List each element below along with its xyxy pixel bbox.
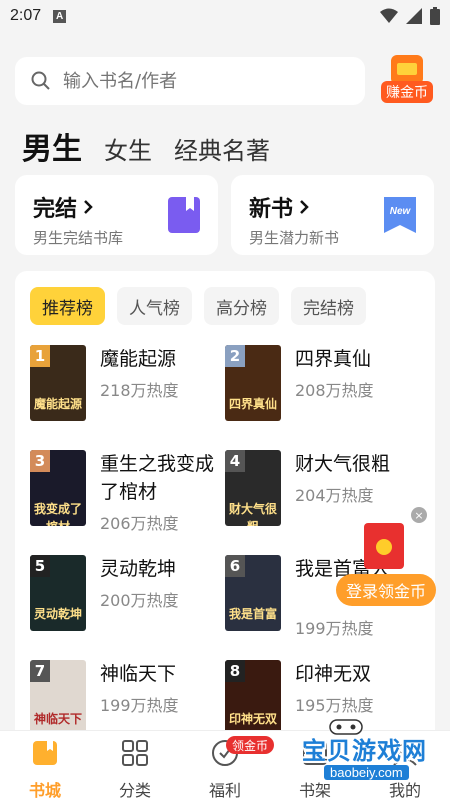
book-heat: 218万热度 xyxy=(100,381,179,400)
book-title: 财大气很粗 xyxy=(295,453,391,475)
tab-high-score[interactable]: 高分榜 xyxy=(204,287,279,325)
nav-welfare-badge: 领金币 xyxy=(226,736,274,754)
book-title: 四界真仙 xyxy=(295,348,372,370)
book-item[interactable]: 3我变成了棺材 重生之我变成了棺材 206万热度 xyxy=(30,450,230,533)
search-input[interactable] xyxy=(63,70,343,92)
rank-tabs: 推荐榜 人气榜 高分榜 完结榜 xyxy=(30,287,366,325)
book-heat: 200万热度 xyxy=(100,591,179,610)
book-title: 重生之我变成了棺材 xyxy=(100,453,215,503)
nav-bookstore-label: 书城 xyxy=(28,781,61,800)
book-cover: 5 灵动乾坤 xyxy=(30,555,86,631)
book-item[interactable]: 4财大气很粗 财大气很粗 204万热度 xyxy=(225,450,425,530)
close-icon[interactable]: × xyxy=(411,507,427,523)
coin-bag-icon xyxy=(391,55,423,83)
tab-completed[interactable]: 完结榜 xyxy=(291,287,366,325)
book-cover: 1 魔能起源 xyxy=(30,345,86,421)
signal-icon xyxy=(406,8,422,24)
bookstore-icon xyxy=(33,741,57,765)
completed-card-title: 完结 xyxy=(33,197,78,222)
book-item[interactable]: 2 四界真仙 四界真仙 208万热度 xyxy=(225,345,425,425)
watermark-title: 宝贝游戏网 xyxy=(302,737,427,765)
search-icon xyxy=(31,71,50,90)
wifi-icon xyxy=(380,8,398,23)
nav-category-label: 分类 xyxy=(118,781,151,800)
gender-tabs: 男生 女生 经典名著 xyxy=(22,124,270,168)
book-title: 印神无双 xyxy=(295,663,372,685)
ranking-panel: 推荐榜 人气榜 高分榜 完结榜 1 魔能起源 魔能起源 218万热度 2 四界真仙 … xyxy=(15,271,435,741)
new-book-card-title: 新书 xyxy=(249,197,294,222)
nav-bookstore[interactable]: 书城 xyxy=(0,739,90,800)
tab-female[interactable]: 女生 xyxy=(104,131,152,166)
login-coin-button[interactable]: 登录领金币 xyxy=(336,574,436,606)
book-icon xyxy=(168,197,200,233)
tab-classics[interactable]: 经典名著 xyxy=(174,131,270,166)
book-heat: 204万热度 xyxy=(295,486,374,505)
book-cover: 4财大气很粗 xyxy=(225,450,281,526)
chevron-right-icon xyxy=(300,200,309,214)
earn-coin-button[interactable]: 赚金币 xyxy=(381,55,433,107)
book-heat: 199万热度 xyxy=(295,619,374,638)
book-cover: 7 神临天下 xyxy=(30,660,86,736)
tab-recommended[interactable]: 推荐榜 xyxy=(30,287,105,325)
book-cover: 2 四界真仙 xyxy=(225,345,281,421)
status-icons xyxy=(380,7,440,25)
book-cover: 6 我是首富 xyxy=(225,555,281,631)
nav-welfare-label: 福利 xyxy=(208,781,241,800)
book-title: 灵动乾坤 xyxy=(100,558,177,580)
completed-card[interactable]: 完结 男生完结书库 xyxy=(15,175,218,255)
new-icon: New xyxy=(384,197,416,233)
book-item[interactable]: 1 魔能起源 魔能起源 218万热度 xyxy=(30,345,230,425)
book-cover: 8 印神无双 xyxy=(225,660,281,736)
new-book-card[interactable]: 新书 男生潜力新书 New xyxy=(231,175,434,255)
category-icon xyxy=(122,740,148,766)
battery-icon xyxy=(430,7,440,25)
book-heat: 199万热度 xyxy=(100,696,179,715)
book-title: 神临天下 xyxy=(100,663,177,685)
watermark-logo: 宝贝游戏网 baobeiy.com xyxy=(296,717,442,797)
book-heat: 208万热度 xyxy=(295,381,374,400)
chevron-right-icon xyxy=(84,200,93,214)
book-cover: 3我变成了棺材 xyxy=(30,450,86,526)
status-bar: 2:07 A xyxy=(0,0,450,32)
tab-male[interactable]: 男生 xyxy=(22,124,82,168)
new-icon-text: New xyxy=(390,206,412,217)
book-heat: 206万热度 xyxy=(100,514,179,533)
status-time: 2:07 xyxy=(10,7,42,24)
book-item[interactable]: 5 灵动乾坤 灵动乾坤 200万热度 xyxy=(30,555,230,635)
watermark-url: baobeiy.com xyxy=(324,765,409,780)
book-item[interactable]: 7 神临天下 神临天下 199万热度 xyxy=(30,660,230,740)
book-title: 魔能起源 xyxy=(100,348,177,370)
notification-a-icon: A xyxy=(53,9,67,23)
book-heat: 195万热度 xyxy=(295,696,374,715)
nav-category[interactable]: 分类 xyxy=(90,739,180,800)
red-packet-icon[interactable] xyxy=(364,523,404,569)
earn-coin-label: 赚金币 xyxy=(381,81,433,103)
search-box[interactable] xyxy=(15,57,365,105)
tab-popular[interactable]: 人气榜 xyxy=(117,287,192,325)
